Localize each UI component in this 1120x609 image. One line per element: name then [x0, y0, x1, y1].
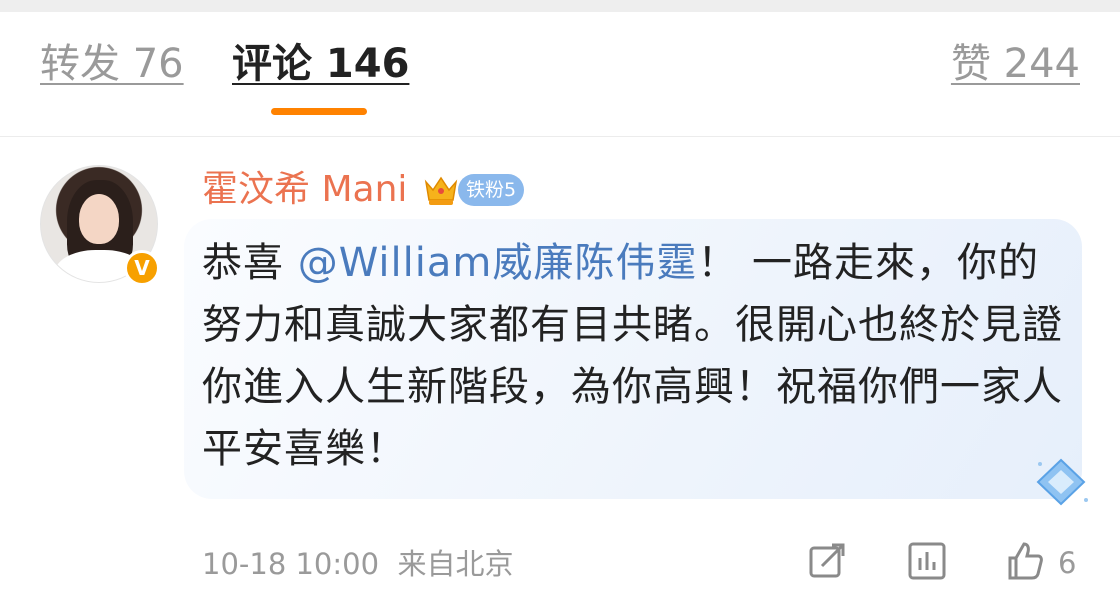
divider [0, 136, 1120, 137]
comment-meta: 10-18 10:00 来自北京 [202, 546, 514, 582]
like-count: 6 [1058, 546, 1077, 580]
diamond-icon [1036, 458, 1088, 506]
comment-text-prefix: 恭喜 [202, 240, 298, 286]
tab-comment[interactable]: 评论 146 [232, 40, 409, 88]
share-icon[interactable] [806, 540, 848, 582]
comment-time: 10-18 10:00 [202, 547, 380, 581]
top-strip [0, 0, 1120, 12]
stats-icon[interactable] [906, 540, 948, 582]
comment-text: 恭喜 @William威廉陈伟霆！ 一路走來，你的努力和真誠大家都有目共睹。很開… [202, 232, 1072, 480]
comment-username[interactable]: 霍汶希 Mani [202, 168, 407, 212]
thumbs-up-icon[interactable] [1004, 540, 1046, 582]
tab-like[interactable]: 赞 244 [951, 40, 1080, 88]
comment-source: 来自北京 [397, 547, 514, 581]
active-tab-indicator [271, 108, 367, 115]
crown-icon [424, 176, 458, 205]
verified-icon: V [124, 250, 160, 286]
mention-link[interactable]: @William威廉陈伟霆 [298, 240, 698, 286]
fan-badge: 铁粉5 [458, 174, 525, 206]
tab-repost[interactable]: 转发 76 [40, 40, 184, 88]
